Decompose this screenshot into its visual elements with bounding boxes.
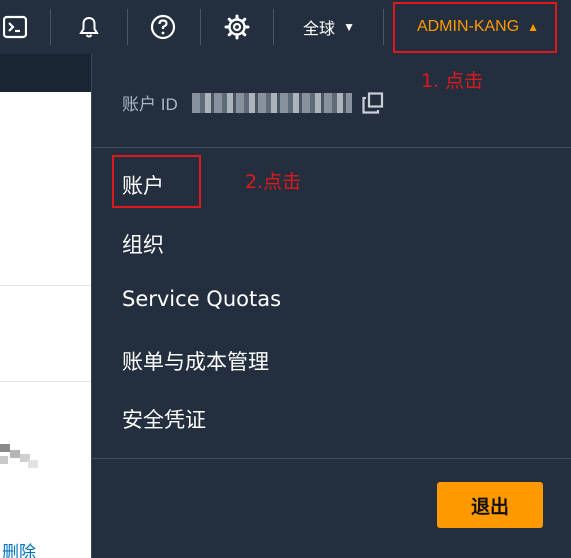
annotation-step1: 1. 点击 [421,70,484,92]
notifications-button[interactable] [70,0,108,54]
logout-button[interactable]: 退出 [437,482,543,528]
caret-down-icon: ▼ [343,20,355,34]
annotation-step2: 2.点击 [245,171,302,193]
delete-link[interactable]: 删除 [2,538,36,558]
nav-divider [200,9,201,45]
menu-item-billing[interactable]: 账单与成本管理 [122,346,269,376]
annotation-box-step2 [112,155,201,208]
menu-item-security-credentials[interactable]: 安全凭证 [122,404,206,434]
menu-item-organizations[interactable]: 组织 [122,229,164,259]
cloudshell-icon [3,15,27,39]
nav-divider [383,9,384,45]
menu-divider [92,458,571,459]
help-button[interactable] [145,0,181,54]
help-icon [150,14,176,40]
nav-divider [273,9,274,45]
cloudshell-button[interactable] [0,0,30,54]
annotation-box-step1 [393,2,557,53]
page-divider [0,381,91,382]
region-label: 全球 [303,21,336,38]
account-id-row: 账户 ID [122,90,384,115]
account-dropdown-menu: 账户 ID 账户 组织 Service Quotas 账单与成本管理 安全凭证 … [91,54,571,558]
account-id-label: 账户 ID [122,95,178,114]
page-header-strip [0,54,91,92]
masked-account-id [191,92,352,113]
masked-text [0,444,38,468]
bell-icon [79,16,99,38]
settings-button[interactable] [219,0,255,54]
menu-item-service-quotas[interactable]: Service Quotas [122,287,281,311]
region-selector[interactable]: 全球 ▼ [290,0,368,54]
page-divider [0,285,91,286]
page-content-panel [0,92,91,558]
nav-divider [127,9,128,45]
menu-divider [92,147,571,148]
nav-divider [50,9,51,45]
copy-icon[interactable] [362,91,384,114]
gear-icon [224,14,250,40]
